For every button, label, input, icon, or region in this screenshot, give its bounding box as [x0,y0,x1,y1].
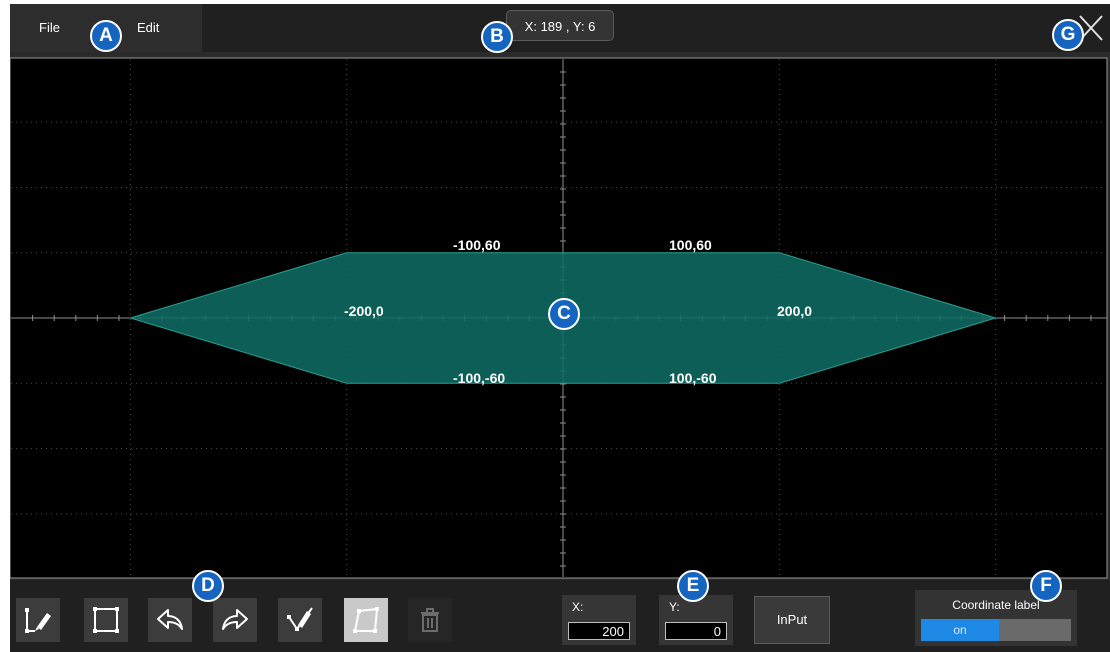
edit-menu[interactable]: Edit [137,4,159,52]
y-coordinate-group: Y: 0 [659,595,733,645]
x-input[interactable]: 200 [568,622,630,640]
cursor-coordinate-readout: X: 189 , Y: 6 [506,10,614,41]
coordinate-label-toggle[interactable]: on [921,619,1071,641]
bottom-toolbar: X: 200 Y: 0 InPut Coordinate label on [10,580,1110,652]
cursor-x-value: 189 [540,19,563,34]
polygon-icon [353,607,379,633]
toggle-on-state: on [921,619,999,641]
callout-badge-d: D [192,570,224,602]
vertex-label: -100,60 [453,237,501,253]
cursor-y-prefix: Y: [572,19,589,34]
vertex-label: 100,60 [669,237,712,253]
vertex-label: -100,-60 [453,370,506,386]
trash-icon [421,608,439,632]
callout-badge-a: A [90,20,122,52]
y-input[interactable]: 0 [665,622,727,640]
undo-button[interactable] [148,598,192,642]
redo-icon [222,609,248,630]
cursor-y-value: 6 [588,19,596,34]
callout-badge-f: F [1030,570,1062,602]
callout-badge-b: B [481,21,513,53]
y-label: Y: [669,600,680,614]
x-coordinate-group: X: 200 [562,595,636,645]
vertex-label: -200,0 [344,303,384,319]
file-menu[interactable]: File [39,4,60,52]
pen-polyline-tool[interactable] [16,598,60,642]
undo-icon [157,609,183,630]
editor-window: File Edit X: 189 , Y: 6 -100,60 100,60 -… [0,0,1110,652]
redo-button[interactable] [213,598,257,642]
cursor-x-prefix: X: [524,19,541,34]
pen-edit-tool[interactable] [278,598,322,642]
rectangle-tool[interactable] [84,598,128,642]
cursor-separator: , [562,19,573,34]
input-button[interactable]: InPut [754,596,830,644]
pen-node-icon [287,607,313,631]
x-label: X: [572,600,584,614]
pen-polyline-icon [25,608,51,633]
callout-badge-c: C [548,298,580,330]
callout-badge-g: G [1052,19,1084,51]
vertex-label: 200,0 [777,303,813,319]
callout-badge-e: E [677,570,709,602]
delete-button [408,598,452,642]
polygon-tool[interactable] [344,598,388,642]
rectangle-icon [93,607,119,633]
vertex-label: 100,-60 [669,370,717,386]
